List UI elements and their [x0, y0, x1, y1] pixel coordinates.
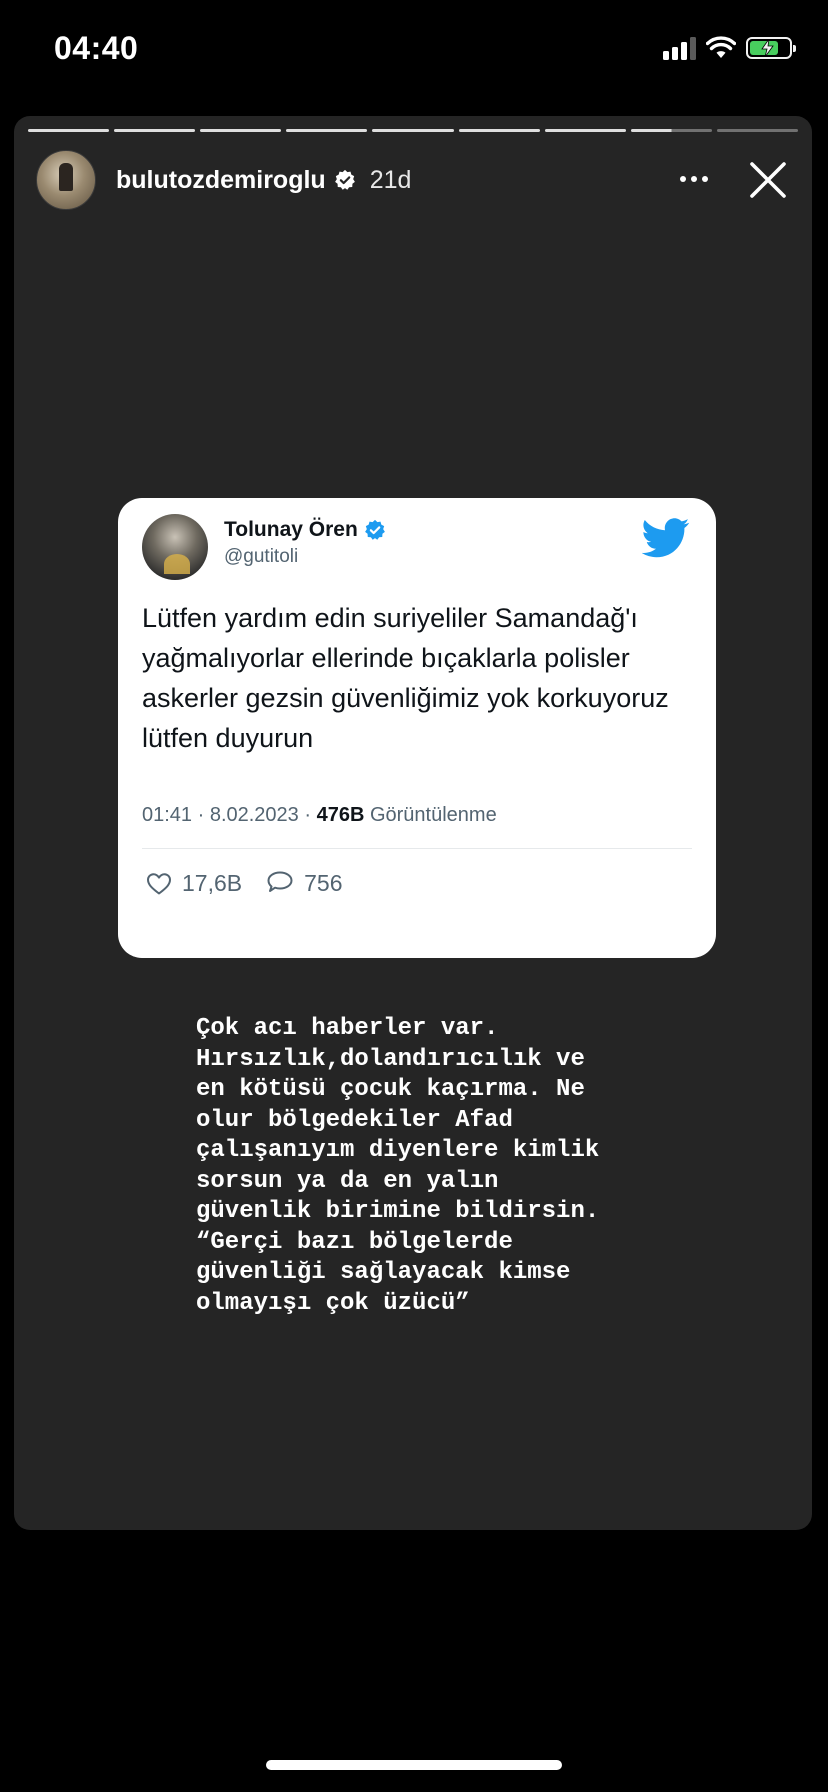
heart-icon — [147, 872, 171, 894]
tweet-avatar — [142, 514, 208, 580]
home-indicator[interactable] — [266, 1760, 562, 1770]
story-progress-bar — [28, 129, 798, 132]
username[interactable]: bulutozdemiroglu — [116, 166, 326, 195]
wifi-icon — [706, 36, 736, 58]
battery-charging-icon — [746, 37, 796, 59]
twitter-bird-icon — [642, 518, 690, 558]
tweet-likes-count: 17,6B — [182, 870, 243, 896]
verified-badge-icon — [334, 169, 356, 191]
tweet-like: 17,6B — [146, 870, 242, 897]
status-icons — [663, 34, 796, 62]
tweet-reply: 756 — [266, 870, 342, 897]
tweet-author-name: Tolunay Ören — [224, 518, 386, 542]
tweet-handle: @gutitoli — [224, 546, 299, 567]
tweet-author-name-text: Tolunay Ören — [224, 518, 358, 541]
tweet-card: Tolunay Ören @gutitoli Lütfen yardım edi… — [118, 498, 716, 958]
story-header: bulutozdemiroglu 21d — [36, 150, 790, 210]
story-viewer[interactable]: bulutozdemiroglu 21d Tolunay Ören @gutit… — [14, 116, 812, 1530]
tweet-divider — [142, 848, 692, 849]
story-caption: Çok acı haberler var. Hırsızlık,dolandır… — [196, 1015, 600, 1317]
tweet-verified-icon — [364, 519, 385, 540]
story-time-ago: 21d — [369, 165, 412, 194]
tweet-views-label: Görüntülenme — [364, 804, 497, 826]
status-time: 04:40 — [54, 30, 139, 66]
more-dots-icon[interactable] — [680, 164, 708, 194]
tweet-meta: 01:41 · 8.02.2023 · 476B Görüntülenme — [142, 804, 497, 827]
tweet-replies-count: 756 — [304, 870, 343, 896]
tweet-actions: 17,6B 756 — [146, 870, 366, 897]
close-icon[interactable] — [746, 158, 790, 202]
tweet-views-count: 476B — [316, 804, 365, 826]
cellular-signal-icon — [663, 36, 696, 60]
tweet-text: Lütfen yardım edin suriyeliler Samandağ'… — [142, 603, 669, 753]
tweet-timestamp: 01:41 · 8.02.2023 · — [142, 804, 317, 826]
avatar[interactable] — [36, 150, 96, 210]
comment-icon — [267, 871, 293, 892]
